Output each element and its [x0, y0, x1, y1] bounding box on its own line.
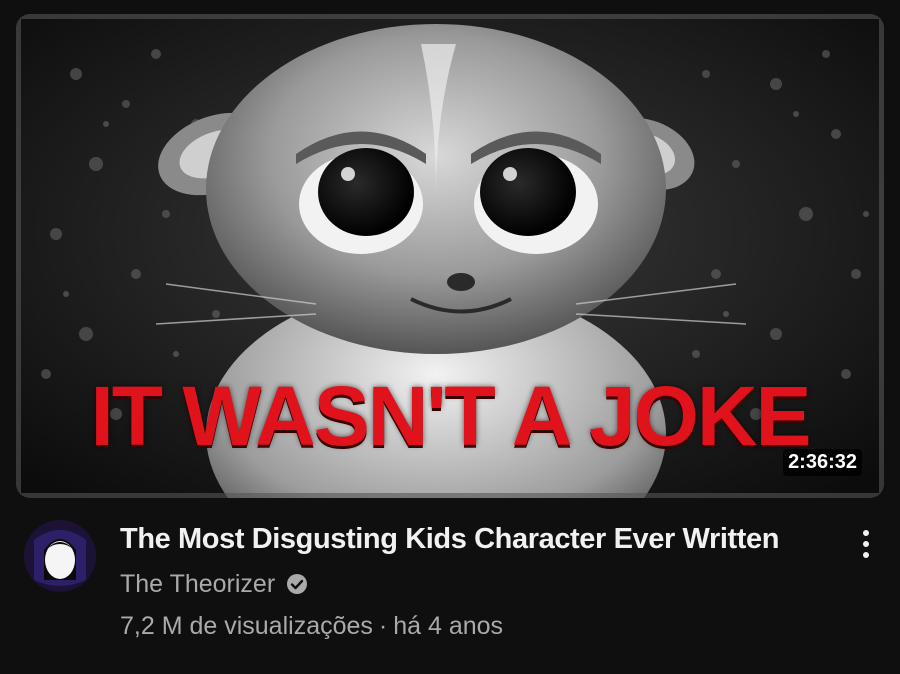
more-vertical-icon: [863, 530, 869, 536]
channel-avatar[interactable]: [24, 520, 96, 592]
more-options-button[interactable]: [852, 524, 880, 564]
channel-row: The Theorizer: [120, 569, 840, 599]
video-thumbnail[interactable]: IT WASN'T A JOKE 2:36:32: [16, 14, 884, 498]
video-card[interactable]: IT WASN'T A JOKE 2:36:32 The Most Disgus…: [0, 0, 900, 674]
video-title[interactable]: The Most Disgusting Kids Character Ever …: [120, 522, 840, 557]
verified-check-icon: [287, 573, 308, 594]
video-stats: 7,2 M de visualizações · há 4 anos: [120, 611, 840, 641]
upload-age: há 4 anos: [393, 611, 504, 640]
more-vertical-icon-dot: [863, 541, 869, 547]
video-metadata: The Most Disgusting Kids Character Ever …: [120, 522, 840, 641]
avatar-icon: [24, 520, 96, 592]
stats-separator: ·: [378, 611, 388, 640]
view-count: 7,2 M de visualizações: [120, 611, 373, 640]
thumbnail-title-text: IT WASN'T A JOKE: [90, 369, 811, 463]
channel-name[interactable]: The Theorizer: [120, 569, 275, 599]
more-vertical-icon-dot: [863, 552, 869, 558]
video-duration-badge: 2:36:32: [783, 449, 862, 476]
